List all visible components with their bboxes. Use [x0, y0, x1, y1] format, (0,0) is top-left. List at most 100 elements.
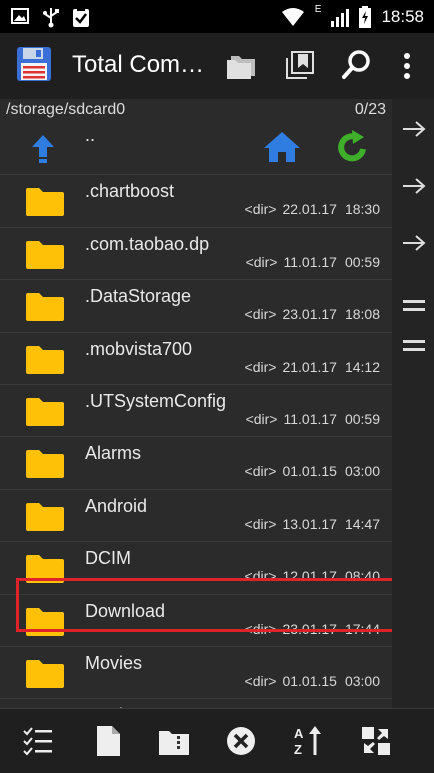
refresh-icon[interactable] [336, 129, 370, 165]
file-name: .UTSystemConfig [85, 390, 227, 411]
file-type: <dir> [244, 672, 277, 689]
swap-panels-icon[interactable] [360, 725, 392, 757]
image-icon [11, 8, 29, 24]
folder-icon [26, 555, 64, 584]
file-time: 14:47 [344, 515, 380, 532]
clipboard-check-icon [73, 7, 89, 27]
arrow-right-icon[interactable] [401, 119, 427, 139]
app-title: Total Com… [72, 51, 205, 78]
file-time: 18:08 [344, 306, 380, 323]
equals-icon[interactable] [401, 296, 427, 316]
file-date: 22.01.17 [282, 201, 337, 218]
bookmarks-icon[interactable] [285, 50, 315, 80]
file-meta: <dir> 22.01.17 18:30 [245, 201, 380, 217]
file-time: 17:44 [344, 620, 380, 637]
file-meta: <dir> 01.01.15 03:00 [245, 463, 380, 479]
folder-icon [26, 450, 64, 479]
folder-icon [26, 345, 64, 374]
file-date: 11.01.17 [283, 253, 337, 270]
file-row[interactable]: .mobvista700 <dir> 21.01.17 14:12 [0, 333, 392, 385]
file-date: 11.01.17 [283, 410, 337, 427]
new-file-icon[interactable] [92, 725, 124, 757]
file-name: .DataStorage [85, 286, 192, 307]
status-bar: E 18:58 [0, 0, 434, 33]
current-path: /storage/sdcard0 [6, 101, 126, 118]
file-row[interactable]: Android <dir> 13.01.17 14:47 [0, 490, 392, 543]
file-name: Android [85, 495, 148, 516]
bottom-toolbar: A Z [0, 708, 434, 773]
file-meta: <dir> 23.01.17 18:08 [245, 306, 380, 322]
right-rail [392, 99, 434, 708]
file-name: Download [85, 600, 166, 621]
file-date: 12.01.17 [282, 568, 337, 585]
file-row[interactable]: .com.taobao.dp <dir> 11.01.17 00:59 [0, 228, 392, 281]
file-list: .. .chartboost <dir> 22.01.17 18:30 .com.tao… [0, 123, 392, 708]
folder-icon [26, 397, 64, 426]
clock: 18:58 [381, 7, 424, 26]
file-name: Movies [85, 652, 143, 673]
file-date: 21.01.17 [282, 358, 337, 375]
battery-icon [359, 6, 372, 28]
file-time: 00:59 [344, 410, 380, 427]
file-name: .mobvista700 [85, 338, 193, 359]
file-row[interactable]: Movies <dir> 01.01.15 03:00 [0, 647, 392, 700]
file-name: .chartboost [85, 181, 175, 202]
path-bar: /storage/sdcard0 0/23 [0, 99, 392, 123]
file-meta: <dir> 11.01.17 00:59 [246, 254, 380, 270]
file-row[interactable]: Alarms <dir> 01.01.15 03:00 [0, 437, 392, 490]
equals-icon[interactable] [401, 336, 427, 356]
file-meta: <dir> 12.01.17 08:40 [245, 568, 380, 584]
folders-icon[interactable] [225, 52, 257, 80]
file-row[interactable]: Music [0, 699, 392, 708]
file-row[interactable]: .UTSystemConfig <dir> 11.01.17 00:59 [0, 385, 392, 438]
file-meta: <dir> 23.01.17 17:44 [245, 621, 380, 637]
file-type: <dir> [244, 463, 277, 480]
up-arrow-icon[interactable] [30, 133, 56, 165]
search-icon[interactable] [342, 49, 372, 81]
folder-icon [26, 607, 64, 636]
file-time: 03:00 [344, 672, 380, 689]
file-type: <dir> [244, 620, 277, 637]
file-row[interactable]: Download <dir> 23.01.17 17:44 [0, 595, 392, 647]
arrow-right-icon[interactable] [401, 176, 427, 196]
folder-icon [26, 240, 64, 269]
zip-icon[interactable] [158, 725, 190, 757]
file-type: <dir> [244, 306, 277, 323]
file-type: <dir> [244, 515, 277, 532]
file-name: DCIM [85, 548, 131, 569]
folder-icon [26, 293, 64, 322]
arrow-right-icon[interactable] [401, 233, 427, 253]
up-directory-row[interactable]: .. [0, 123, 392, 176]
sort-az-icon[interactable]: A Z [292, 725, 324, 757]
file-name: Alarms [85, 443, 142, 464]
file-time: 14:12 [344, 358, 380, 375]
file-date: 13.01.17 [282, 515, 337, 532]
file-meta: <dir> 21.01.17 14:12 [245, 359, 380, 375]
folder-icon [26, 502, 64, 531]
selection-count: 0/23 [354, 101, 386, 118]
file-type: <dir> [244, 358, 277, 375]
delete-icon[interactable] [225, 725, 257, 757]
file-type: <dir> [245, 253, 278, 270]
file-row[interactable]: DCIM <dir> 12.01.17 08:40 [0, 542, 392, 595]
select-list-icon[interactable] [22, 725, 54, 757]
usb-icon [43, 8, 59, 28]
file-row[interactable]: .chartboost <dir> 22.01.17 18:30 [0, 175, 392, 228]
file-date: 23.01.17 [282, 306, 337, 323]
app-toolbar: Total Com… [0, 33, 434, 99]
file-row[interactable]: .DataStorage <dir> 23.01.17 18:08 [0, 280, 392, 333]
file-date: 23.01.17 [282, 620, 337, 637]
up-directory-label: .. [85, 125, 96, 145]
home-icon[interactable] [262, 130, 302, 164]
file-date: 01.01.15 [282, 672, 337, 689]
file-type: <dir> [245, 410, 278, 427]
overflow-menu-icon[interactable] [402, 52, 412, 80]
file-time: 08:40 [344, 568, 380, 585]
folder-icon [26, 659, 64, 688]
file-meta: <dir> 11.01.17 00:59 [246, 411, 380, 427]
floppy-disk-icon[interactable] [16, 46, 52, 82]
file-type: <dir> [244, 568, 277, 585]
file-time: 03:00 [344, 463, 380, 480]
file-name: .com.taobao.dp [85, 233, 210, 254]
svg-text:A: A [294, 726, 304, 741]
